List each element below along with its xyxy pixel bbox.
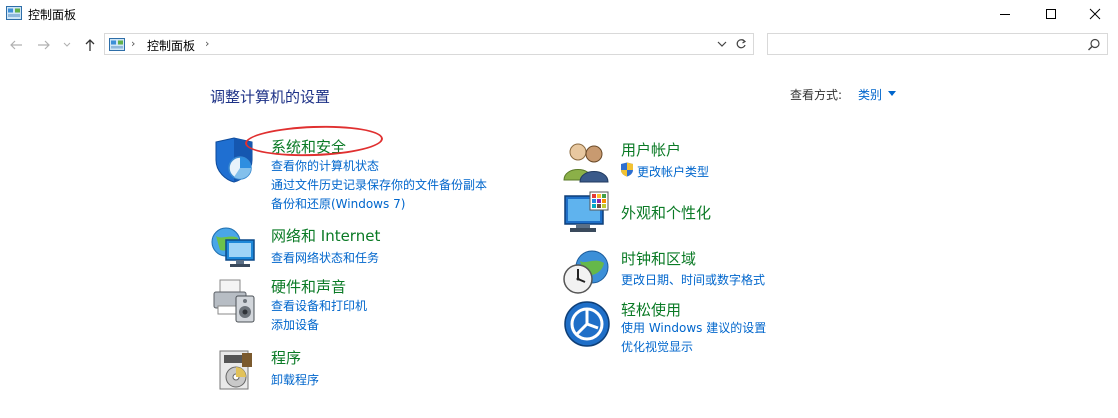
category-title-appearance-personalization[interactable]: 外观和个性化 xyxy=(621,202,711,223)
breadcrumb-control-panel[interactable]: 控制面板 xyxy=(147,37,195,54)
link-change-date-time-format[interactable]: 更改日期、时间或数字格式 xyxy=(621,271,765,288)
link-backup-restore[interactable]: 备份和还原(Windows 7) xyxy=(271,195,405,212)
page-title: 调整计算机的设置 xyxy=(210,88,331,106)
programs-icon[interactable] xyxy=(212,345,260,393)
category-title-system-security[interactable]: 系统和安全 xyxy=(271,136,346,157)
uac-shield-icon xyxy=(621,162,633,177)
forward-button[interactable] xyxy=(36,37,52,53)
maximize-button[interactable] xyxy=(1028,0,1074,28)
printer-icon[interactable] xyxy=(210,276,258,324)
title-bar: 控制面板 xyxy=(0,0,1118,28)
link-change-account-type[interactable]: 更改帐户类型 xyxy=(637,163,709,180)
users-icon[interactable] xyxy=(562,136,610,184)
chevron-right-icon[interactable]: › xyxy=(131,37,135,50)
view-by-label: 查看方式: xyxy=(790,88,843,102)
link-windows-recommended-settings[interactable]: 使用 Windows 建议的设置 xyxy=(621,319,766,336)
category-title-clock-region[interactable]: 时钟和区域 xyxy=(621,248,696,269)
minimize-button[interactable] xyxy=(982,0,1028,28)
clock-globe-icon[interactable] xyxy=(562,247,610,295)
link-file-history[interactable]: 通过文件历史记录保存你的文件备份副本 xyxy=(271,176,487,193)
up-button[interactable] xyxy=(82,37,98,53)
recent-locations-button[interactable] xyxy=(62,37,72,53)
link-uninstall-program[interactable]: 卸载程序 xyxy=(271,371,319,388)
link-view-computer-status[interactable]: 查看你的计算机状态 xyxy=(271,157,379,174)
control-panel-icon xyxy=(6,6,22,20)
control-panel-icon xyxy=(109,38,125,51)
category-title-user-accounts[interactable]: 用户帐户 xyxy=(621,139,681,160)
arrow-up-icon xyxy=(85,39,95,51)
maximize-icon xyxy=(1046,9,1056,19)
chevron-right-icon[interactable]: › xyxy=(205,37,209,50)
category-title-hardware-sound[interactable]: 硬件和声音 xyxy=(271,276,346,297)
refresh-icon xyxy=(736,39,747,49)
network-icon[interactable] xyxy=(210,222,258,270)
shield-icon[interactable] xyxy=(210,136,258,184)
address-bar[interactable]: › 控制面板 › xyxy=(104,33,754,55)
ease-of-access-icon[interactable] xyxy=(563,300,611,348)
category-title-programs[interactable]: 程序 xyxy=(271,347,301,368)
caret-down-icon[interactable] xyxy=(888,91,896,96)
link-devices-printers[interactable]: 查看设备和打印机 xyxy=(271,297,367,314)
back-button[interactable] xyxy=(8,37,24,53)
minimize-icon xyxy=(1000,14,1010,15)
refresh-button[interactable] xyxy=(730,34,751,54)
category-title-ease-of-access[interactable]: 轻松使用 xyxy=(621,299,681,320)
search-box[interactable] xyxy=(767,33,1108,55)
arrow-right-icon xyxy=(38,40,50,50)
chevron-down-icon[interactable] xyxy=(715,37,729,51)
window-title: 控制面板 xyxy=(28,8,77,22)
category-title-network-internet[interactable]: 网络和 Internet xyxy=(271,225,380,246)
link-add-device[interactable]: 添加设备 xyxy=(271,316,319,333)
link-network-status[interactable]: 查看网络状态和任务 xyxy=(271,249,379,266)
monitor-icon[interactable] xyxy=(562,190,610,238)
search-icon[interactable] xyxy=(1087,38,1101,52)
link-optimize-visual-display[interactable]: 优化视觉显示 xyxy=(621,338,693,355)
close-button[interactable] xyxy=(1072,0,1118,28)
view-by-dropdown[interactable]: 类别 xyxy=(858,86,882,103)
close-icon xyxy=(1089,8,1101,20)
navigation-bar: › 控制面板 › xyxy=(0,33,1118,57)
chevron-down-icon xyxy=(63,42,71,47)
arrow-left-icon xyxy=(10,40,22,50)
